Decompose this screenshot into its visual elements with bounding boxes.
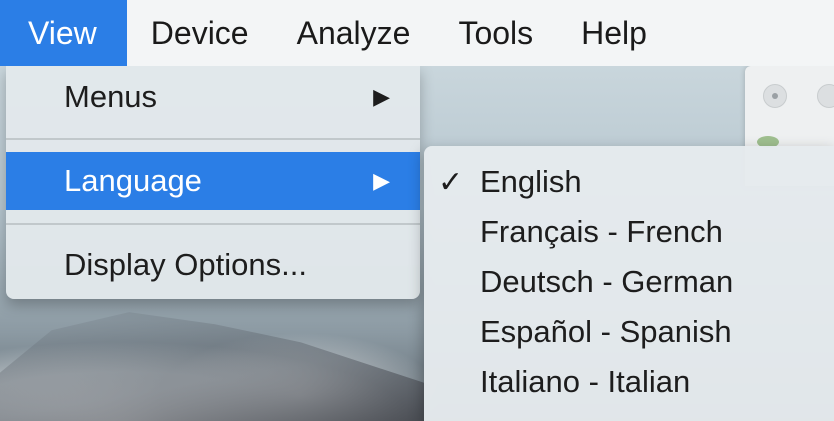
language-item-spanish[interactable]: Español - Spanish [424, 308, 834, 356]
menu-help[interactable]: Help [557, 0, 671, 66]
menu-analyze[interactable]: Analyze [273, 0, 435, 66]
window-minimize-button[interactable] [817, 84, 834, 108]
language-label: Deutsch - German [480, 264, 734, 299]
language-item-french[interactable]: Français - French [424, 208, 834, 256]
submenu-arrow-icon: ▶ [373, 84, 390, 109]
menu-item-label: Menus [64, 79, 158, 114]
window-close-button[interactable] [763, 84, 787, 108]
language-item-german[interactable]: Deutsch - German [424, 258, 834, 306]
language-label: Italiano - Italian [480, 364, 691, 399]
menu-bar: View Device Analyze Tools Help [0, 0, 834, 66]
language-label: Español - Spanish [480, 314, 732, 349]
menu-separator [6, 223, 420, 225]
language-item-english[interactable]: ✓ English [424, 158, 834, 206]
submenu-arrow-icon: ▶ [373, 168, 390, 193]
language-item-italian[interactable]: Italiano - Italian [424, 358, 834, 406]
menu-item-display-options[interactable]: Display Options... [6, 236, 420, 294]
menu-item-menus[interactable]: Menus ▶ [6, 68, 420, 126]
menu-item-label: Display Options... [64, 247, 307, 282]
menu-item-label: Language [64, 163, 202, 198]
language-label: Français - French [480, 214, 723, 249]
menu-device[interactable]: Device [127, 0, 273, 66]
menu-tools[interactable]: Tools [434, 0, 557, 66]
language-label: English [480, 164, 582, 199]
checkmark-icon: ✓ [438, 165, 464, 199]
screen: View Device Analyze Tools Help Menus ▶ L… [0, 0, 834, 421]
language-submenu: ✓ English Français - French Deutsch - Ge… [424, 146, 834, 421]
menu-item-language[interactable]: Language ▶ [6, 152, 420, 210]
menu-separator [6, 138, 420, 140]
view-menu-dropdown: Menus ▶ Language ▶ Display Options... [6, 66, 420, 299]
menu-view[interactable]: View [0, 0, 127, 66]
